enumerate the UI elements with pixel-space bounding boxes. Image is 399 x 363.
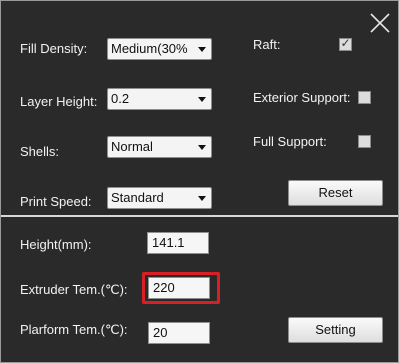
fill-density-dropdown[interactable]: Medium(30% [107,38,212,60]
height-field[interactable]: 141.1 [147,232,209,254]
fill-density-label: Fill Density: [20,41,88,56]
shells-label: Shells: [20,144,60,159]
layer-height-dropdown[interactable]: 0.2 [107,88,212,110]
raft-label: Raft: [253,37,281,52]
shells-value: Normal [111,139,153,154]
raft-checkbox[interactable]: ✓ [339,36,352,51]
reset-button[interactable]: Reset [288,180,383,206]
chevron-down-icon [198,145,206,150]
full-support-label: Full Support: [253,134,327,149]
exterior-support-checkbox[interactable] [358,91,371,104]
setting-button[interactable]: Setting [288,317,383,343]
exterior-support-label: Exterior Support: [253,90,351,105]
temperature-section: Height(mm): 141.1 Extruder Tem.(℃): 220 … [1,217,398,362]
print-speed-dropdown[interactable]: Standard [107,187,212,209]
layer-height-label: Layer Height: [20,94,98,109]
shells-dropdown[interactable]: Normal [107,136,212,158]
checkmark-icon: ✓ [340,36,351,50]
chevron-down-icon [198,47,206,52]
extruder-temp-field[interactable]: 220 [148,277,210,299]
print-settings-section: Fill Density: Medium(30% Layer Height: 0… [1,1,398,215]
chevron-down-icon [198,196,206,201]
extruder-temp-label: Extruder Tem.(℃): [20,282,128,297]
print-speed-label: Print Speed: [20,194,92,209]
full-support-checkbox[interactable] [358,135,371,148]
chevron-down-icon [198,97,206,102]
fill-density-value: Medium(30% [111,41,188,56]
layer-height-value: 0.2 [111,91,130,106]
print-speed-value: Standard [111,190,164,205]
platform-temp-field[interactable]: 20 [148,322,210,344]
print-settings-panel: Fill Density: Medium(30% Layer Height: 0… [0,0,399,363]
height-label: Height(mm): [20,237,92,252]
platform-temp-label: Plarform Tem.(℃): [20,322,128,337]
